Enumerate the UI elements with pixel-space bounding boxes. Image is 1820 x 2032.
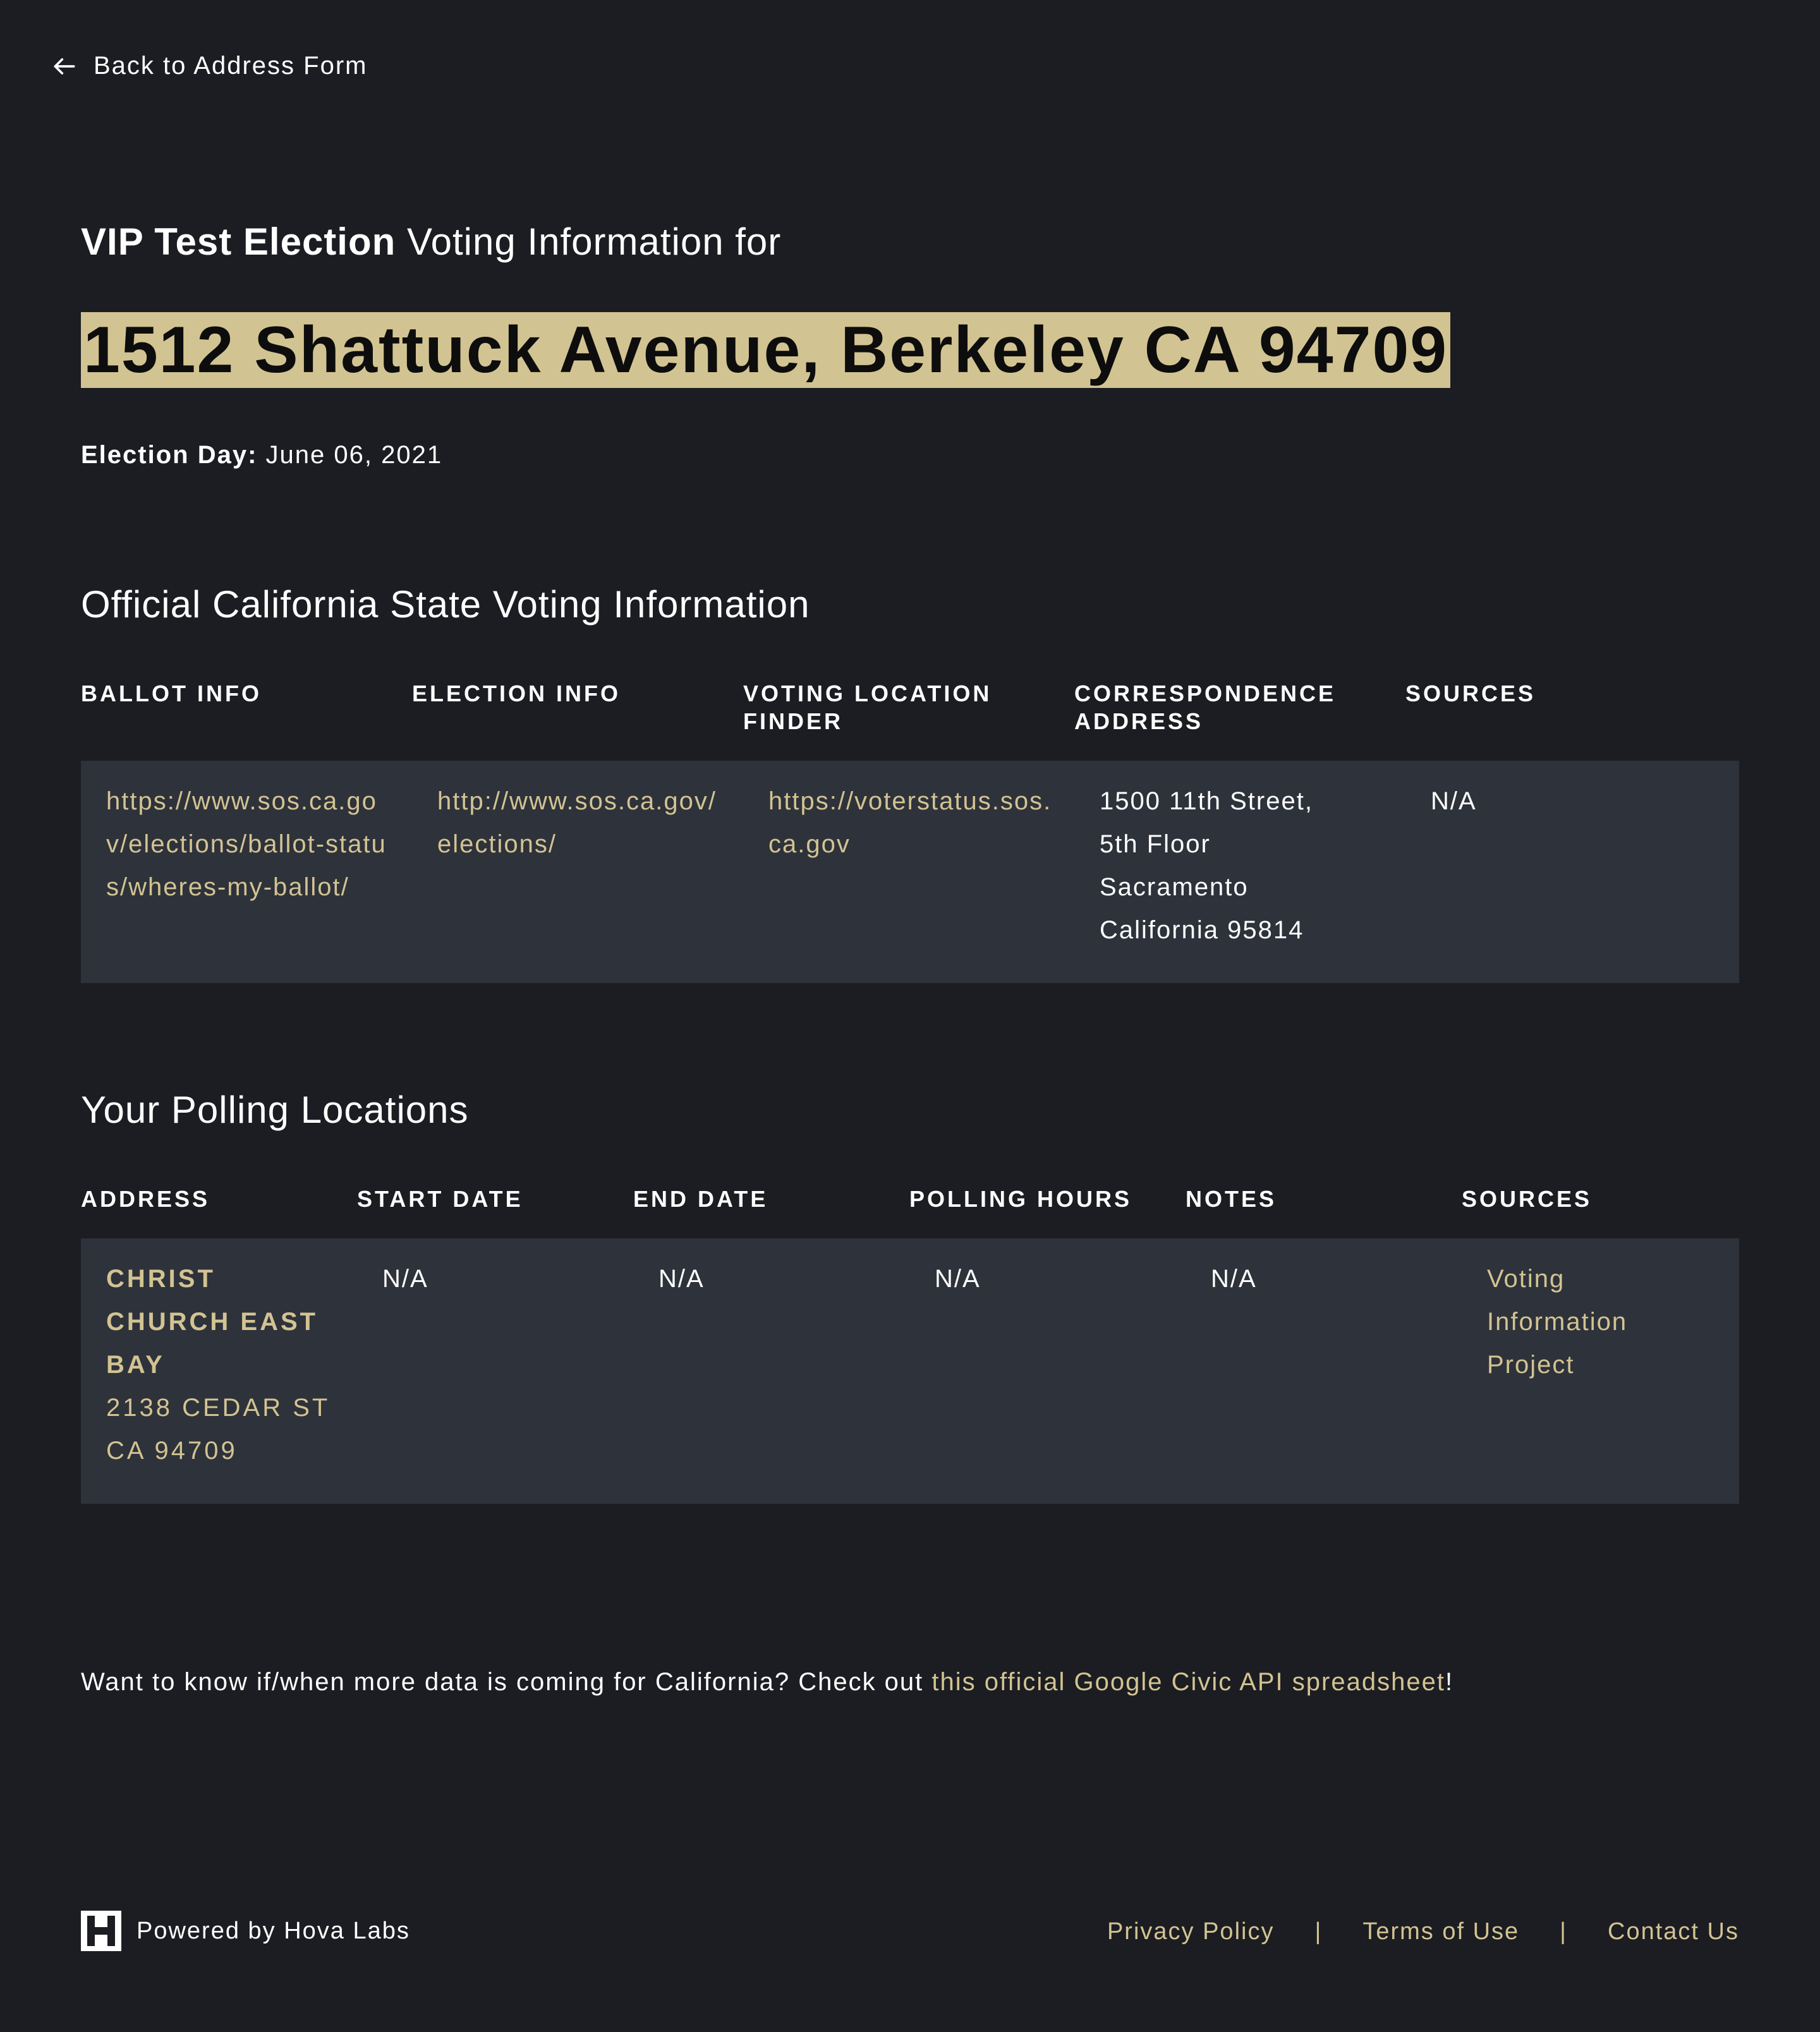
polling-hours: N/A (935, 1265, 981, 1293)
correspondence-line: 1500 11th Street, (1100, 787, 1313, 815)
source-line: Project (1487, 1351, 1575, 1379)
footer-separator: | (1560, 1918, 1568, 1945)
election-info-link[interactable]: http://www.sos.ca.gov/elections/ (412, 780, 743, 983)
location-city: CA 94709 (106, 1437, 238, 1465)
col-polling-hours: POLLING HOURS (909, 1186, 1132, 1212)
notes: N/A (1211, 1265, 1257, 1293)
election-intro: VIP Test Election Voting Information for (81, 220, 781, 263)
state-info-row: https://www.sos.ca.gov/elections/ballot-… (81, 761, 1739, 983)
correspondence-line: California 95814 (1100, 916, 1304, 944)
election-name: VIP Test Election (81, 221, 396, 263)
col-correspondence-address: CORRESPONDENCE ADDRESS (1074, 680, 1337, 734)
vip-source-link[interactable]: Voting Information Project (1462, 1257, 1739, 1504)
back-label: Back to Address Form (94, 52, 368, 80)
col-end-date: END DATE (633, 1186, 768, 1212)
voter-address: 1512 Shattuck Avenue, Berkeley CA 94709 (81, 312, 1451, 388)
note-end: ! (1445, 1668, 1454, 1696)
voting-location-finder-link[interactable]: https://voterstatus.sos.ca.gov (743, 780, 1074, 983)
ballot-info-link[interactable]: https://www.sos.ca.gov/elections/ballot-… (81, 780, 412, 983)
location-name-line: BAY (106, 1351, 165, 1379)
back-to-address-form-link[interactable]: Back to Address Form (51, 52, 367, 80)
source-line: Voting (1487, 1265, 1565, 1293)
footer-links: Privacy Policy | Terms of Use | Contact … (1107, 1918, 1739, 1945)
intro-suffix: Voting Information for (406, 221, 782, 263)
polling-location-row: CHRIST CHURCH EAST BAY 2138 CEDAR ST CA … (81, 1238, 1739, 1504)
polling-header: ADDRESS START DATE END DATE POLLING HOUR… (81, 1185, 1738, 1213)
civic-api-spreadsheet-link[interactable]: this official Google Civic API spreadshe… (931, 1668, 1445, 1696)
state-info-header: BALLOT INFO ELECTION INFO VOTING LOCATIO… (81, 680, 1595, 735)
note-text: Want to know if/when more data is coming… (81, 1668, 932, 1696)
arrow-left-icon (54, 57, 75, 75)
col-address: ADDRESS (81, 1186, 210, 1212)
col-notes: NOTES (1186, 1186, 1277, 1212)
hova-labs-logo-icon (81, 1911, 121, 1951)
location-street: 2138 CEDAR ST (106, 1394, 331, 1422)
correspondence-line: 5th Floor (1100, 830, 1211, 858)
powered-by-text: Powered by Hova Labs (136, 1917, 410, 1944)
col-sources: SOURCES (1405, 680, 1536, 706)
state-info-title: Official California State Voting Informa… (81, 583, 810, 626)
terms-of-use-link[interactable]: Terms of Use (1362, 1918, 1519, 1945)
end-date: N/A (658, 1265, 705, 1293)
election-day: Election Day: June 06, 2021 (81, 441, 442, 469)
col-sources: SOURCES (1462, 1186, 1592, 1212)
more-data-note: Want to know if/when more data is coming… (81, 1668, 1453, 1696)
location-name-line: CHRIST (106, 1265, 215, 1293)
col-election-info: ELECTION INFO (412, 680, 621, 706)
col-ballot-info: BALLOT INFO (81, 680, 262, 706)
location-name-line: CHURCH EAST (106, 1308, 318, 1336)
state-sources: N/A (1431, 787, 1477, 815)
powered-by: Powered by Hova Labs (81, 1911, 410, 1951)
contact-us-link[interactable]: Contact Us (1608, 1918, 1739, 1945)
polling-address: CHRIST CHURCH EAST BAY 2138 CEDAR ST CA … (81, 1257, 357, 1504)
source-line: Information (1487, 1308, 1628, 1336)
election-day-label: Election Day: (81, 441, 258, 469)
election-day-value: June 06, 2021 (265, 441, 443, 469)
correspondence-address: 1500 11th Street, 5th Floor Sacramento C… (1074, 780, 1405, 983)
privacy-policy-link[interactable]: Privacy Policy (1107, 1918, 1275, 1945)
start-date: N/A (382, 1265, 428, 1293)
correspondence-line: Sacramento (1100, 873, 1249, 901)
col-start-date: START DATE (357, 1186, 523, 1212)
col-voting-location-finder: VOTING LOCATION FINDER (743, 680, 992, 734)
polling-locations-title: Your Polling Locations (81, 1089, 469, 1131)
footer-separator: | (1314, 1918, 1323, 1945)
